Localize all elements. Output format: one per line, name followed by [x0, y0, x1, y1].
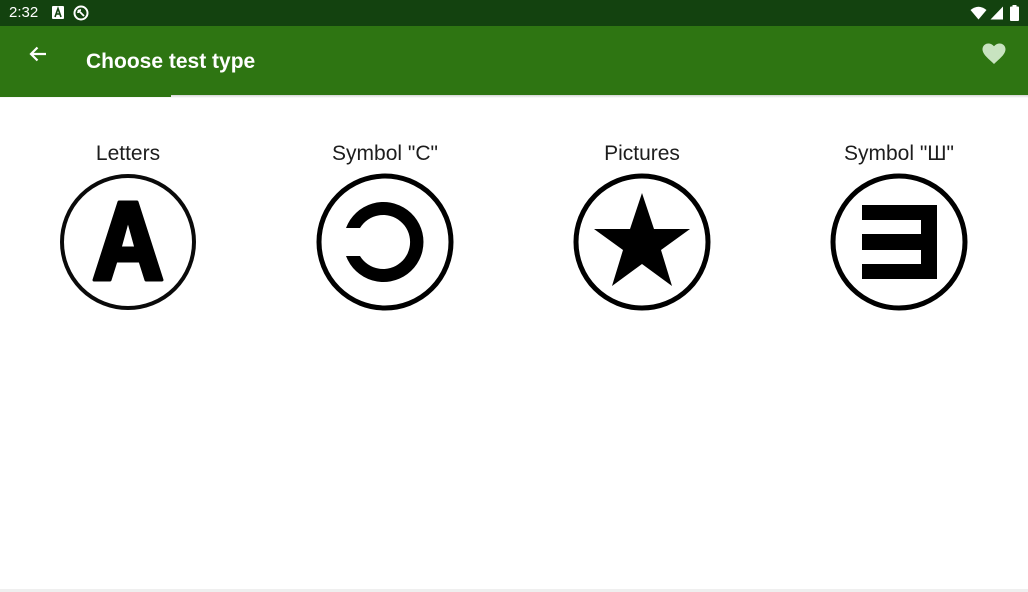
option-letters[interactable]: Letters: [18, 138, 238, 318]
status-time: 2:32: [9, 4, 39, 21]
tumbling-e-icon: [829, 172, 969, 312]
star-icon: [572, 172, 712, 312]
heart-icon: [982, 43, 1006, 70]
app-bar: Choose test type: [0, 26, 1028, 95]
option-label: Symbol "Ш": [843, 142, 954, 165]
battery-icon: [1010, 5, 1019, 26]
page-title: Choose test type: [86, 50, 256, 73]
option-pictures[interactable]: Pictures: [532, 138, 752, 318]
letter-a-icon: [58, 172, 198, 312]
back-button[interactable]: [22, 40, 54, 72]
landolt-c-icon: [315, 172, 455, 312]
option-symbol-sha[interactable]: Symbol "Ш": [789, 138, 1009, 318]
option-label: Letters: [95, 142, 161, 165]
arrow-back-icon: [28, 44, 48, 69]
sync-notification-icon: [73, 5, 89, 26]
favorite-button[interactable]: [978, 40, 1010, 72]
option-label: Symbol "C": [332, 142, 438, 165]
option-label: Pictures: [604, 142, 680, 165]
signal-icon: [990, 6, 1004, 25]
a-notification-icon: [52, 6, 64, 24]
wifi-icon: [970, 6, 987, 25]
status-bar: 2:32: [0, 0, 1028, 26]
progress-indicator: [0, 94, 171, 97]
option-symbol-c[interactable]: Symbol "C": [275, 138, 495, 318]
